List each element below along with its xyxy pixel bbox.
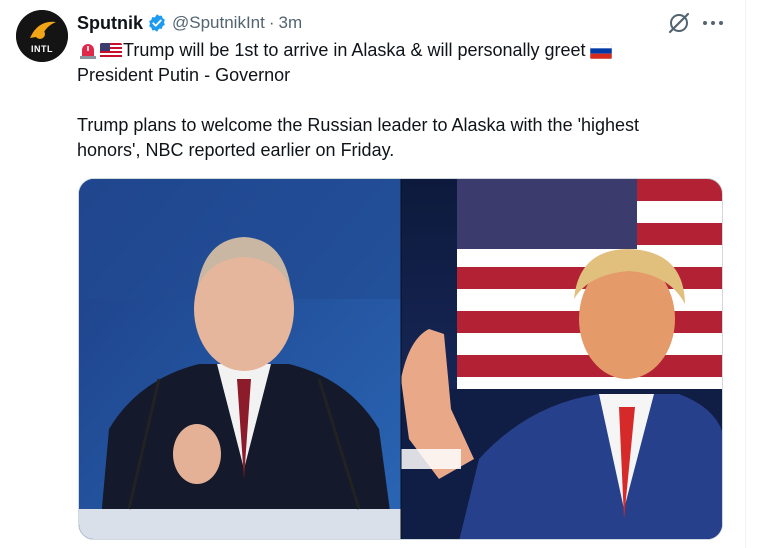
- separator-dot: ·: [268, 13, 275, 32]
- column-border: [745, 0, 746, 548]
- putin-photo: [79, 179, 401, 539]
- trump-photo: [401, 179, 722, 539]
- tweet-text-line-3: Trump plans to welcome the Russian leade…: [77, 115, 640, 135]
- grok-icon[interactable]: [667, 11, 691, 35]
- tweet-text-line-2: President Putin - Governor: [77, 65, 291, 85]
- tweet-line-1-text: Trump will be 1st to arrive in Alaska & …: [123, 40, 586, 60]
- sputnik-logo-icon: [16, 10, 68, 62]
- more-options-icon[interactable]: [700, 11, 726, 35]
- tweet-media-image[interactable]: [78, 178, 723, 540]
- avatar[interactable]: INTL: [16, 10, 68, 62]
- siren-emoji-icon: [77, 42, 99, 59]
- tweet-header: Sputnik @SputnikInt · 3m: [77, 12, 302, 34]
- avatar-label: INTL: [31, 44, 53, 54]
- author-handle[interactable]: @SputnikInt: [172, 13, 265, 33]
- tweet-text-line-4: honors', NBC reported earlier on Friday.: [77, 140, 395, 160]
- tweet-text-line-1: Trump will be 1st to arrive in Alaska & …: [77, 38, 727, 63]
- author-name[interactable]: Sputnik: [77, 13, 143, 34]
- timestamp[interactable]: 3m: [279, 13, 303, 33]
- us-flag-emoji-icon: [100, 42, 122, 59]
- verified-badge-icon: [147, 13, 167, 33]
- russia-flag-emoji-icon: [589, 42, 612, 59]
